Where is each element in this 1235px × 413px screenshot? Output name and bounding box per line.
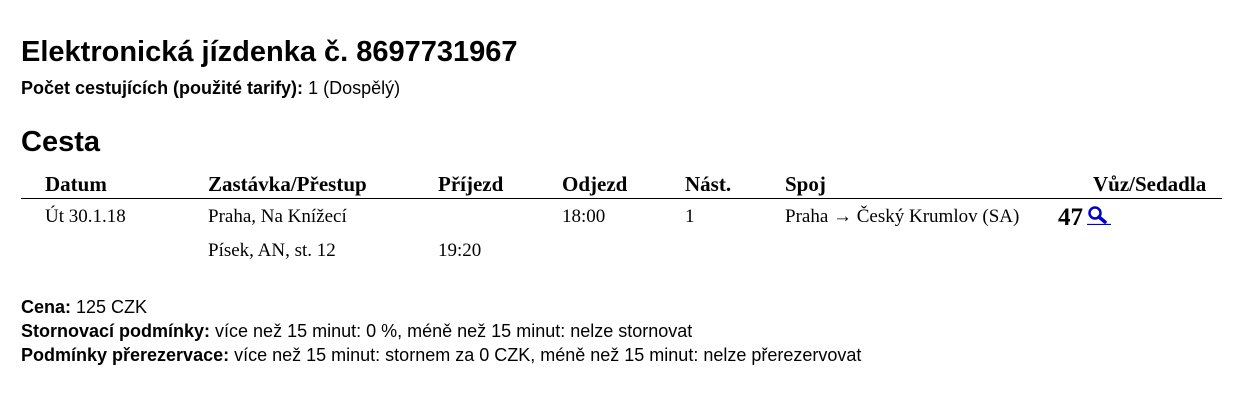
column-header-arrival: Příjezd — [438, 172, 504, 196]
column-header-connection: Spoj — [785, 172, 826, 196]
cell-date: Út 30.1.18 — [45, 206, 126, 227]
cell-departure: 18:00 — [562, 206, 606, 227]
seat-number: 47 — [1058, 204, 1083, 231]
rebooking-label: Podmínky přerezervace: — [21, 345, 230, 365]
cell-platform — [685, 236, 785, 264]
price-value: 125 CZK — [71, 297, 148, 317]
table-row: Út 30.1.18 Praha, Na Knížecí 18:00 1 Pra… — [21, 199, 1222, 237]
rebooking-terms: Podmínky přerezervace: více než 15 minut… — [21, 344, 861, 366]
passenger-count: Počet cestujících (použité tarify): 1 (D… — [21, 77, 400, 99]
cell-date — [21, 236, 208, 264]
column-header-departure: Odjezd — [562, 172, 628, 196]
cell-stop: Písek, AN, st. 12 — [208, 240, 336, 261]
journey-table: Datum Zastávka/Přestup Příjezd Odjezd Ná… — [21, 170, 1222, 264]
price-line: Cena: 125 CZK — [21, 296, 147, 318]
column-header-date: Datum — [45, 172, 107, 196]
ticket-title: Elektronická jízdenka č. 8697731967 — [21, 36, 518, 68]
cancellation-label: Stornovací podmínky: — [21, 321, 211, 341]
passenger-count-value: 1 (Dospělý) — [303, 78, 401, 98]
cell-platform: 1 — [685, 206, 695, 227]
passenger-count-label: Počet cestujících (použité tarify): — [21, 78, 304, 98]
cell-seat — [1058, 236, 1222, 264]
seat-map-link[interactable] — [1087, 205, 1111, 231]
cell-arrival — [438, 199, 562, 237]
column-header-stop: Zastávka/Přestup — [208, 172, 367, 196]
column-header-seat: Vůz/Sedadla — [1093, 172, 1207, 196]
cell-connection — [785, 236, 1058, 264]
cancellation-value: více než 15 minut: 0 %, méně než 15 minu… — [210, 321, 693, 341]
cell-seat: 47 — [1058, 199, 1222, 237]
cell-connection: Praha → Český Krumlov (SA) — [785, 206, 1020, 227]
journey-section-title: Cesta — [21, 126, 100, 158]
price-label: Cena: — [21, 297, 72, 317]
cancellation-terms: Stornovací podmínky: více než 15 minut: … — [21, 320, 692, 342]
journey-header-row: Datum Zastávka/Přestup Příjezd Odjezd Ná… — [21, 170, 1222, 199]
rebooking-value: více než 15 minut: stornem za 0 CZK, mén… — [229, 345, 862, 365]
cell-stop: Praha, Na Knížecí — [208, 206, 347, 227]
column-header-platform: Nást. — [685, 172, 732, 196]
cell-departure — [562, 236, 685, 264]
cell-arrival: 19:20 — [438, 240, 482, 261]
table-row: Písek, AN, st. 12 19:20 — [21, 236, 1222, 264]
magnifier-icon[interactable] — [1087, 205, 1111, 225]
